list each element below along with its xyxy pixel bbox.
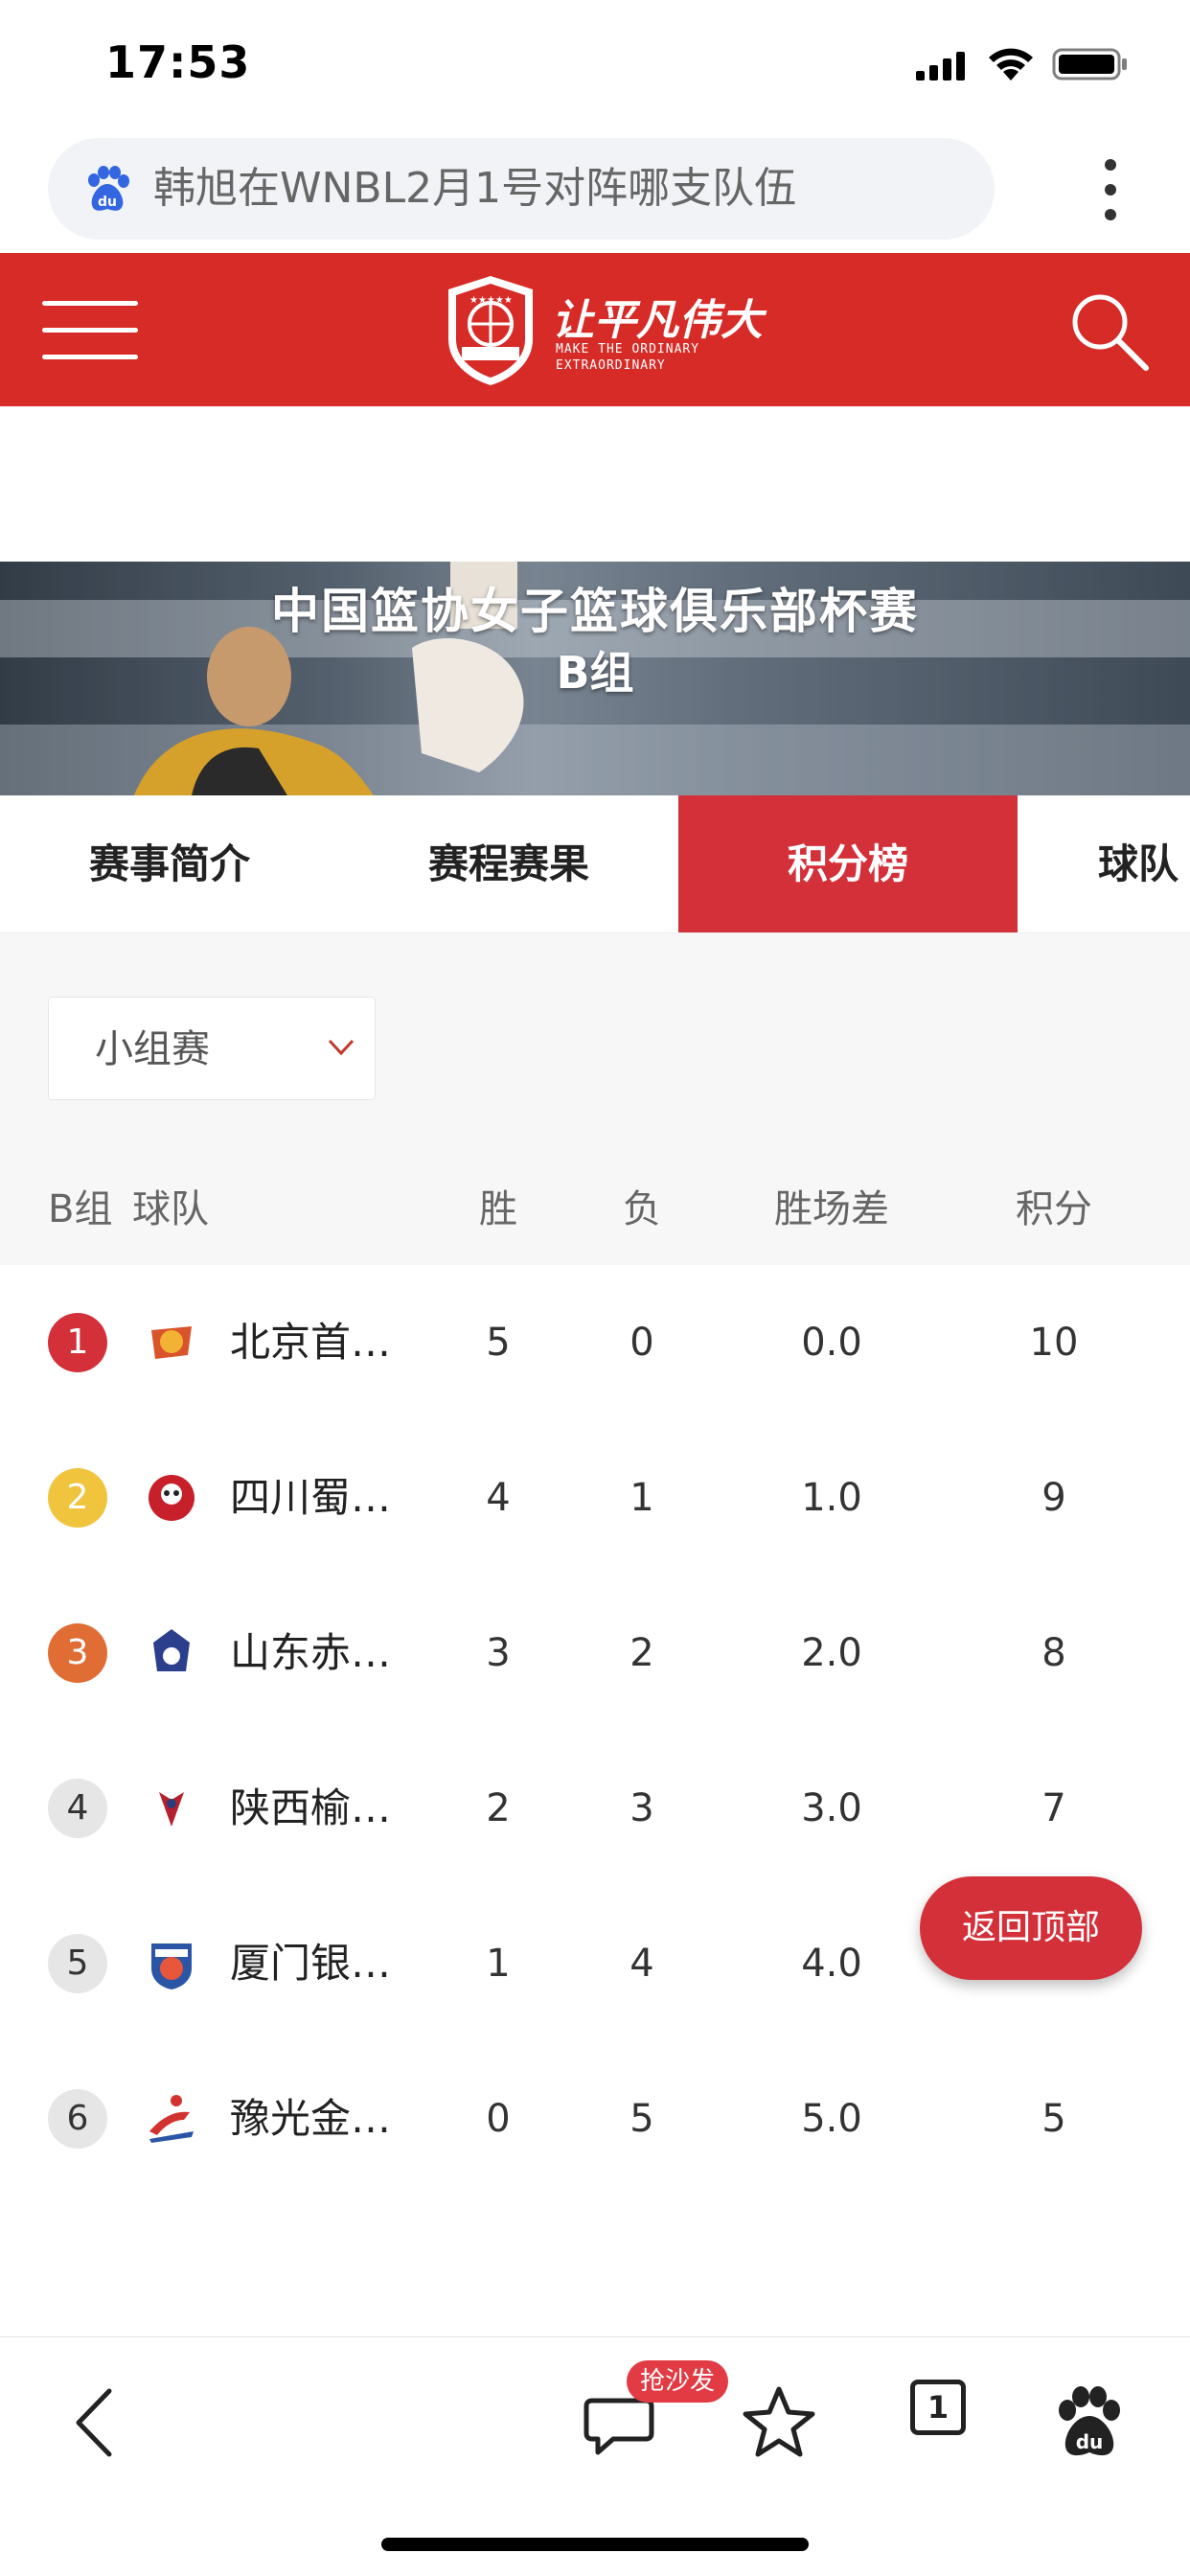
header-team: 球队 bbox=[132, 1187, 209, 1231]
battery-icon bbox=[1052, 48, 1127, 80]
wins-cell: 1 bbox=[486, 1942, 511, 1986]
header-games-behind: 胜场差 bbox=[774, 1187, 889, 1231]
losses-cell: 0 bbox=[629, 1321, 654, 1365]
tab-schedule-results[interactable]: 赛程赛果 bbox=[339, 795, 678, 932]
losses-cell: 2 bbox=[629, 1631, 654, 1675]
back-arrow-icon[interactable] bbox=[54, 2380, 140, 2466]
cellular-signal-icon bbox=[916, 52, 965, 80]
search-query-text: 韩旭在WNBL2月1号对阵哪支队伍 bbox=[153, 164, 797, 213]
header-wins: 胜 bbox=[479, 1187, 517, 1231]
points-cell: 7 bbox=[1041, 1786, 1066, 1830]
team-logo-icon bbox=[151, 1944, 192, 1990]
menu-line bbox=[42, 328, 138, 333]
wins-cell: 2 bbox=[486, 1786, 511, 1830]
team-logo-icon bbox=[149, 2095, 194, 2143]
wins-cell: 4 bbox=[486, 1476, 511, 1520]
more-dot-icon bbox=[1105, 159, 1116, 171]
comment-badge: 抢沙发 bbox=[627, 2360, 729, 2403]
more-dot-icon bbox=[1105, 209, 1116, 220]
banner-subtitle: B组 bbox=[556, 647, 634, 699]
header-group: B组 bbox=[48, 1187, 113, 1231]
standings-header: B组 球队 胜 负 胜场差 积分 bbox=[0, 1154, 1190, 1265]
losses-cell: 3 bbox=[629, 1786, 654, 1830]
rank-badge: 4 bbox=[48, 1779, 107, 1838]
points-cell: 10 bbox=[1029, 1321, 1079, 1365]
baidu-home-icon[interactable]: du bbox=[1046, 2380, 1133, 2466]
wins-cell: 5 bbox=[486, 1321, 511, 1365]
event-banner: 中国篮协女子篮球俱乐部杯赛 B组 bbox=[0, 562, 1190, 795]
team-logo-icon bbox=[159, 1792, 184, 1827]
stage-dropdown-value: 小组赛 bbox=[95, 1027, 210, 1071]
team-logo-icon bbox=[151, 1326, 192, 1359]
tab-event-intro[interactable]: 赛事简介 bbox=[0, 795, 339, 932]
baidu-paw-icon: du bbox=[88, 166, 129, 211]
stage-dropdown[interactable]: 小组赛 bbox=[48, 997, 376, 1100]
losses-cell: 4 bbox=[629, 1942, 654, 1986]
team-logo-icon bbox=[149, 1475, 195, 1521]
table-row[interactable]: 2 四川蜀… 4 1 1.0 9 bbox=[0, 1420, 1190, 1576]
team-name: 豫光金… bbox=[230, 2095, 392, 2142]
team-name: 四川蜀… bbox=[230, 1474, 392, 1521]
banner-title: 中国篮协女子篮球俱乐部杯赛 bbox=[271, 584, 919, 639]
games-behind-cell: 2.0 bbox=[801, 1631, 862, 1675]
losses-cell: 1 bbox=[629, 1476, 654, 1520]
points-cell: 9 bbox=[1041, 1476, 1066, 1520]
logo-slogan-sub: MAKE THE ORDINARY EXTRAORDINARY bbox=[556, 342, 700, 373]
status-bar: 17:53 bbox=[0, 0, 1190, 129]
games-behind-cell: 5.0 bbox=[801, 2097, 862, 2141]
rank-badge: 3 bbox=[48, 1623, 107, 1683]
rank-badge: 2 bbox=[48, 1468, 107, 1528]
table-row[interactable]: 4 陕西榆… 2 3 3.0 7 bbox=[0, 1731, 1190, 1886]
home-indicator bbox=[381, 2538, 809, 2551]
wifi-icon bbox=[989, 48, 1033, 80]
menu-line bbox=[42, 301, 138, 306]
table-row[interactable]: 1 北京首… 5 0 0.0 10 bbox=[0, 1265, 1190, 1420]
team-name: 北京首… bbox=[230, 1319, 392, 1366]
games-behind-cell: 4.0 bbox=[801, 1942, 862, 1986]
cba-logo[interactable]: ★★★★★ 让平凡伟大 MAKE THE ORDINARY EXTRAORDIN… bbox=[443, 272, 763, 387]
cba-badge-icon: ★★★★★ bbox=[448, 276, 533, 385]
hamburger-menu-button[interactable] bbox=[42, 297, 138, 364]
standings-table: 1 北京首… 5 0 0.0 10 2 四川蜀… 4 1 1.0 9 3 山东赤… bbox=[0, 1265, 1190, 2336]
rank-badge: 5 bbox=[48, 1934, 107, 1993]
team-logo-icon bbox=[153, 1629, 190, 1671]
status-time: 17:53 bbox=[105, 36, 251, 88]
svg-text:du: du bbox=[1076, 2430, 1104, 2453]
points-cell: 8 bbox=[1041, 1631, 1066, 1675]
team-name: 陕西榆… bbox=[230, 1784, 392, 1831]
search-icon[interactable] bbox=[1067, 289, 1150, 372]
header-losses: 负 bbox=[623, 1187, 661, 1231]
table-row[interactable]: 6 豫光金… 0 5 5.0 5 bbox=[0, 2041, 1190, 2196]
tab-standings[interactable]: 积分榜 bbox=[678, 795, 1018, 932]
search-bar[interactable]: du 韩旭在WNBL2月1号对阵哪支队伍 bbox=[48, 138, 995, 240]
star-favorite-icon[interactable] bbox=[736, 2380, 822, 2466]
rank-badge: 1 bbox=[48, 1313, 107, 1372]
tab-bar: 赛事简介 赛程赛果 积分榜 球队 bbox=[0, 795, 1190, 933]
tab-teams[interactable]: 球队 bbox=[1098, 795, 1179, 932]
points-cell: 5 bbox=[1041, 2097, 1066, 2141]
more-dot-icon bbox=[1105, 184, 1116, 196]
games-behind-cell: 3.0 bbox=[801, 1786, 862, 1830]
site-header: ★★★★★ 让平凡伟大 MAKE THE ORDINARY EXTRAORDIN… bbox=[0, 253, 1190, 406]
tab-count-button[interactable]: 1 bbox=[910, 2380, 966, 2435]
table-row[interactable]: 3 山东赤… 3 2 2.0 8 bbox=[0, 1576, 1190, 1731]
wins-cell: 0 bbox=[486, 2097, 511, 2141]
team-name: 厦门银… bbox=[230, 1940, 392, 1987]
wins-cell: 3 bbox=[486, 1631, 511, 1675]
menu-line bbox=[42, 355, 138, 359]
back-to-top-button[interactable]: 返回顶部 bbox=[920, 1876, 1142, 1980]
losses-cell: 5 bbox=[629, 2097, 654, 2141]
chevron-down-icon bbox=[328, 1039, 355, 1056]
standings-panel: 小组赛 B组 球队 胜 负 胜场差 积分 1 北京首… 5 0 0.0 10 2… bbox=[0, 933, 1190, 2336]
games-behind-cell: 0.0 bbox=[801, 1321, 862, 1365]
more-menu-button[interactable] bbox=[1090, 155, 1131, 224]
team-name: 山东赤… bbox=[230, 1629, 392, 1676]
games-behind-cell: 1.0 bbox=[801, 1476, 862, 1520]
rank-badge: 6 bbox=[48, 2089, 107, 2149]
page: 17:53 du 韩旭在WNBL2月1号对阵哪支队伍 ★★★★★ 让平凡伟大 M… bbox=[0, 0, 1190, 2576]
svg-text:du: du bbox=[98, 195, 117, 210]
header-points: 积分 bbox=[1016, 1187, 1092, 1231]
logo-slogan: 让平凡伟大 bbox=[552, 296, 763, 345]
svg-text:★★★★★: ★★★★★ bbox=[469, 295, 513, 306]
